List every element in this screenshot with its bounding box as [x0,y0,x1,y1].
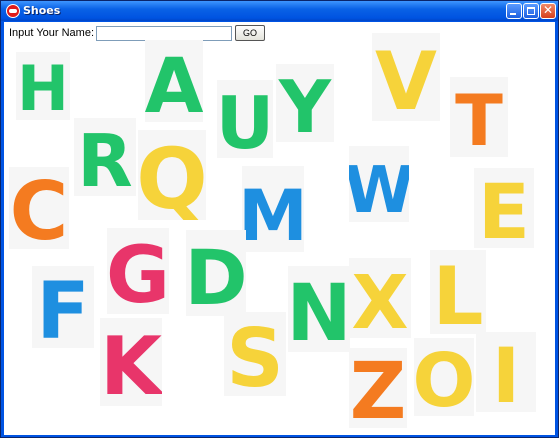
letter-glyph: Q [138,130,206,220]
letter-tile-c: C [9,167,69,249]
title-bar[interactable]: Shoes ✕ [1,1,558,21]
letter-tile-n: N [288,266,350,352]
letter-glyph: S [226,312,284,396]
letter-tile-s: S [224,312,286,396]
letter-glyph: T [455,80,503,157]
letter-glyph: Y [278,65,332,142]
letter-glyph: F [36,267,89,348]
letter-tile-u: U [217,80,273,158]
letter-glyph: X [351,260,408,338]
letter-glyph: W [349,154,409,222]
letter-tile-h: H [16,52,70,120]
app-window: Shoes ✕ Input Your Name: GO H A U Y V T … [0,0,559,438]
letter-tile-w: W [349,146,409,222]
letter-tile-o: O [414,338,474,416]
maximize-icon [527,7,535,15]
letter-tile-e: E [474,168,534,248]
letter-glyph: H [17,52,69,120]
letter-glyph: V [375,35,437,121]
letter-glyph: N [288,269,350,352]
letter-glyph: Z [350,348,407,428]
name-label: Input Your Name: [9,27,95,39]
letter-tile-g: G [107,228,169,314]
letter-tile-v: V [372,33,440,121]
content-area: Input Your Name: GO H A U Y V T R Q C M … [4,22,555,435]
letter-glyph: L [433,250,484,334]
letter-glyph: M [242,175,304,252]
letter-tile-y: Y [276,64,334,142]
name-form: Input Your Name: GO [9,25,266,41]
letter-tile-f: F [32,266,94,348]
letter-glyph: A [145,41,203,122]
letter-glyph: G [107,231,169,314]
letter-tile-t: T [450,77,508,157]
letter-glyph: C [10,167,69,249]
window-title: Shoes [23,4,61,17]
letter-tile-a: A [145,40,203,122]
letter-tile-z: Z [349,348,407,428]
letter-tile-q: Q [138,130,206,220]
minimize-icon [510,13,516,15]
close-button[interactable]: ✕ [540,3,556,19]
letter-tile-l: L [430,250,486,334]
letter-glyph: O [414,338,474,416]
minimize-button[interactable] [506,3,522,19]
letter-glyph: D [186,233,246,316]
letter-tile-d: D [186,230,246,316]
maximize-button[interactable] [523,3,539,19]
letter-glyph: U [217,81,273,158]
letter-tile-m: M [242,166,304,252]
go-button[interactable]: GO [235,25,266,41]
letter-tile-r: R [74,118,136,196]
letter-tile-k: K [100,318,162,406]
letter-glyph: K [100,320,162,406]
letter-glyph: E [478,168,530,248]
letter-glyph: I [492,332,520,412]
close-icon: ✕ [542,3,554,17]
letter-tile-i: I [476,332,536,412]
name-input[interactable] [96,25,233,41]
letter-tile-x: X [349,258,411,338]
app-icon [6,4,20,18]
letter-glyph: R [77,119,132,196]
